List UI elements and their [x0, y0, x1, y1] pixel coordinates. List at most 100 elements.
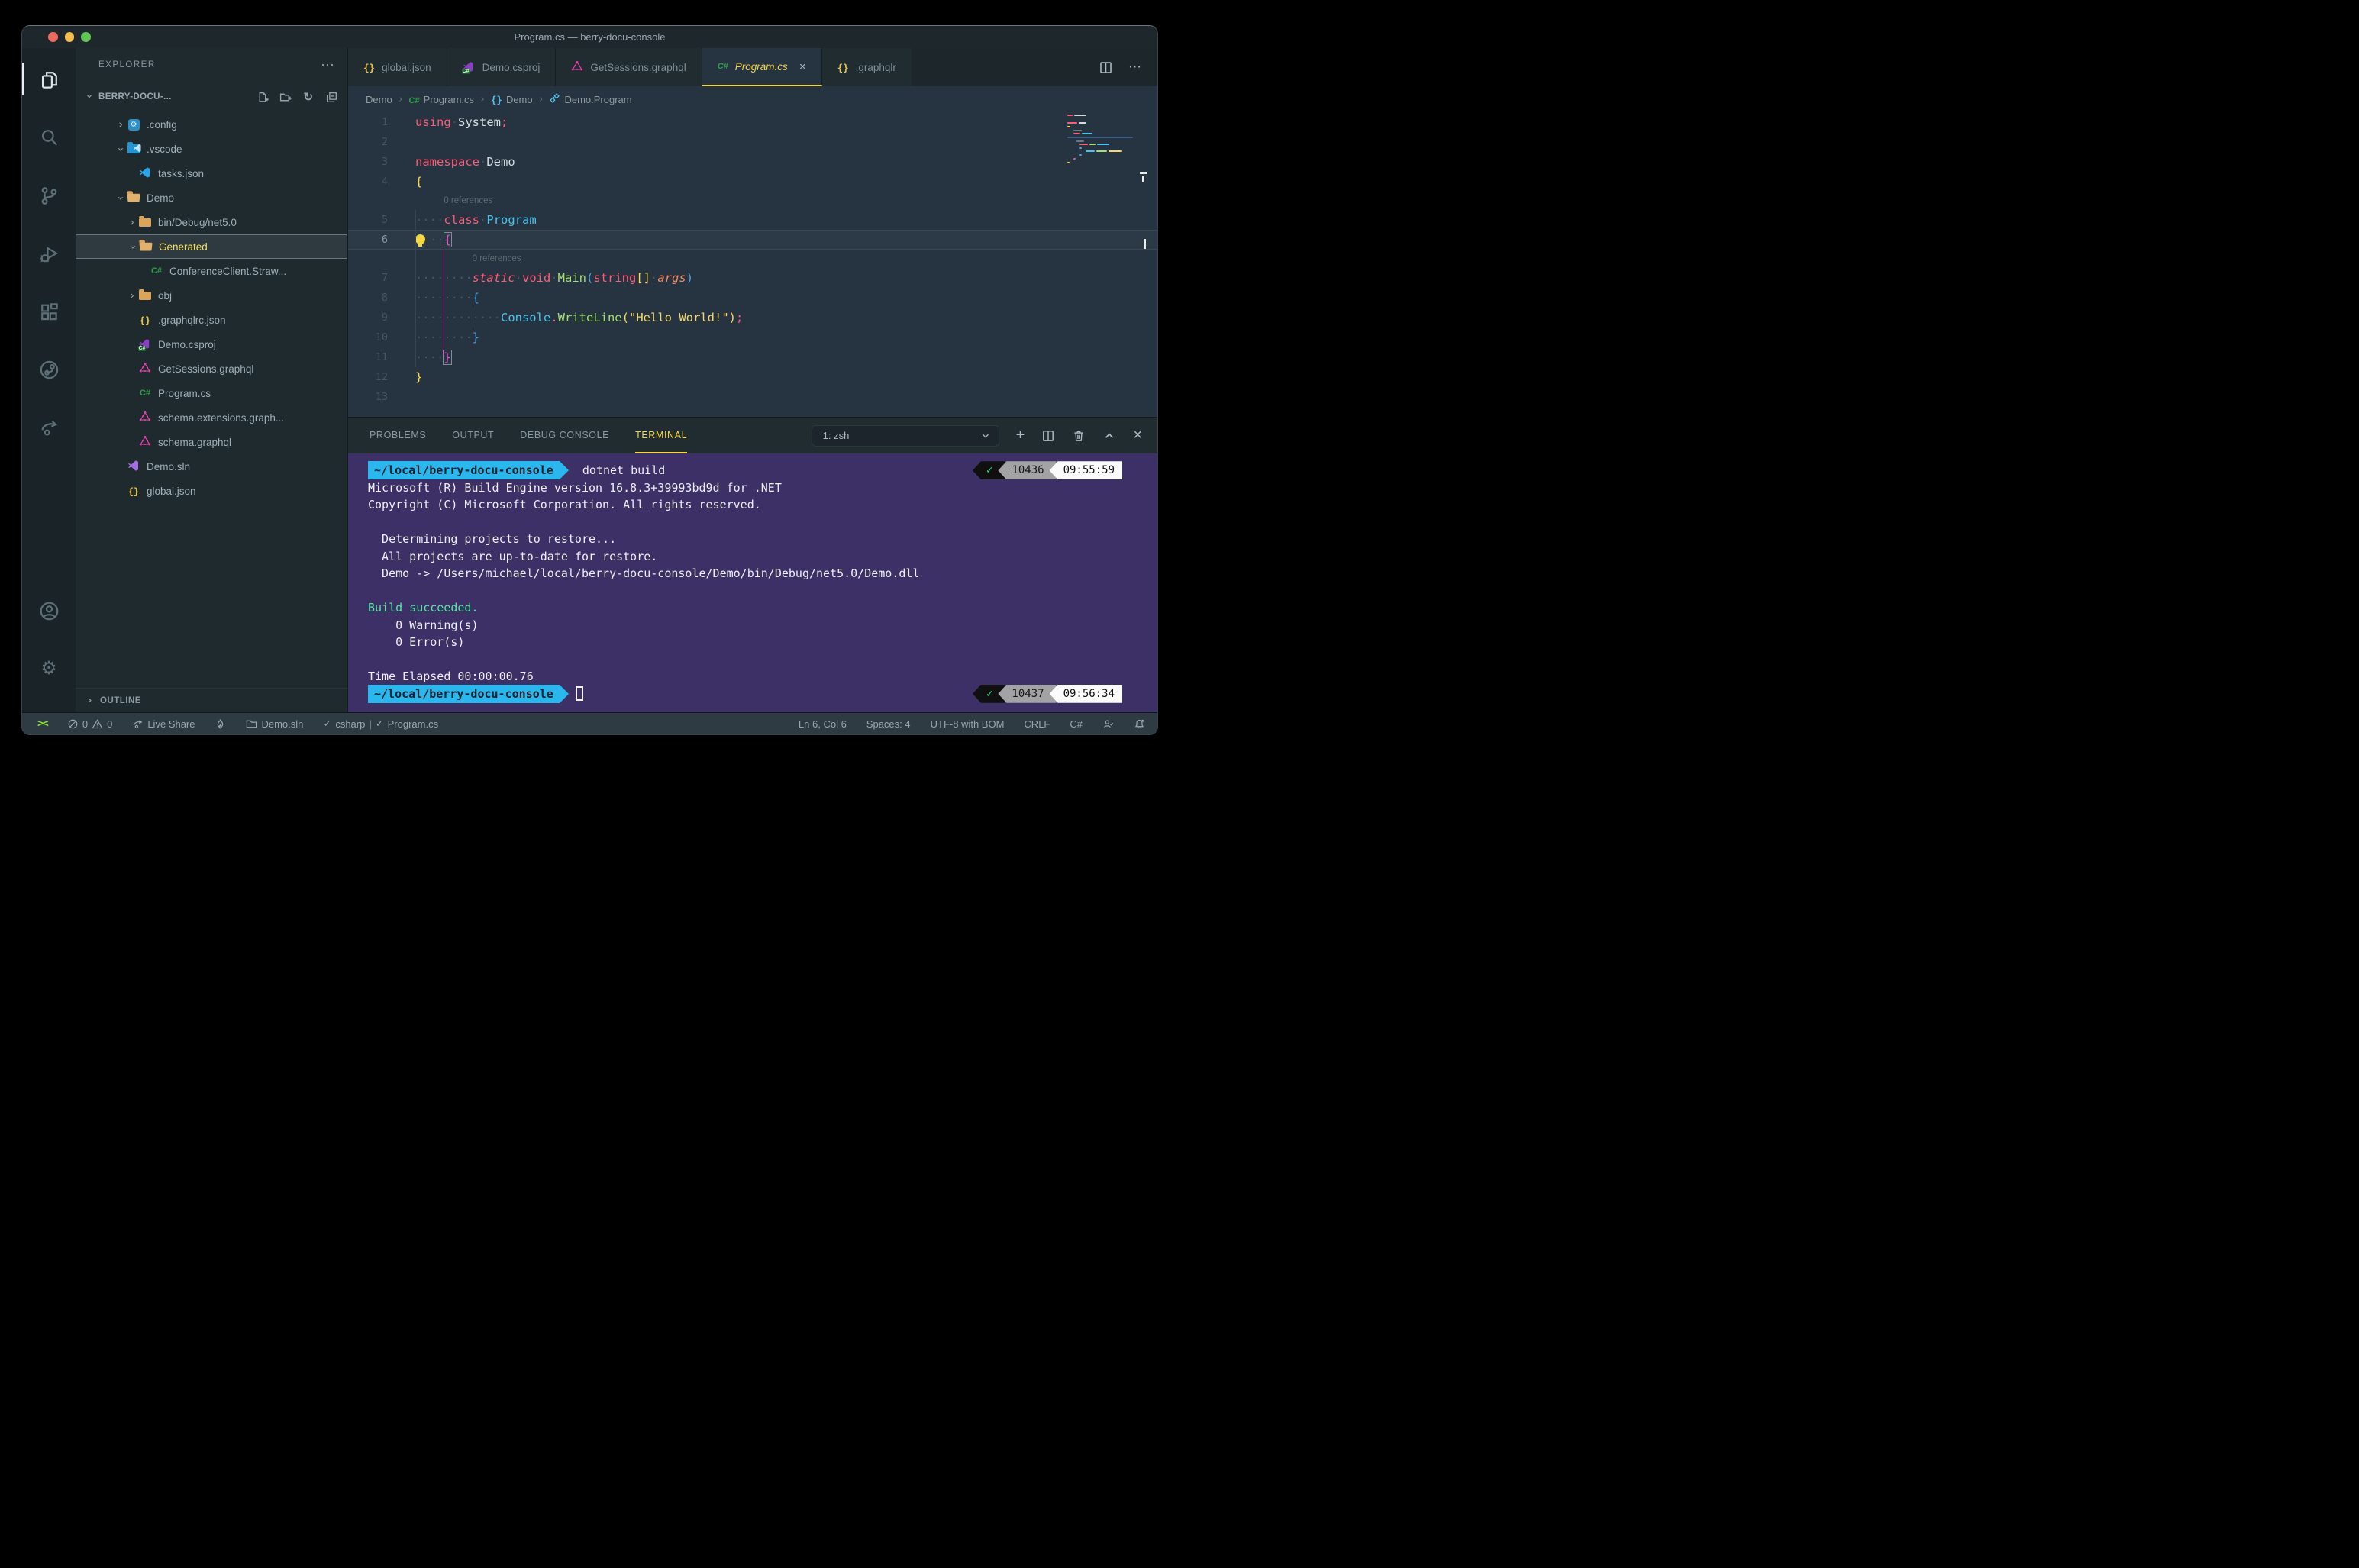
tree-item-obj[interactable]: ›obj — [76, 283, 347, 308]
breadcrumb-item-demo[interactable]: Demo — [366, 94, 392, 105]
tab-demo.csproj[interactable]: C#Demo.csproj — [447, 48, 557, 86]
tree-item-generated[interactable]: ›Generated — [76, 234, 347, 259]
code-line-8[interactable]: 8········{ — [348, 288, 1157, 308]
status-item-language-mode[interactable]: C# — [1070, 718, 1083, 730]
code-token: args — [657, 271, 686, 285]
split-editor-icon[interactable] — [1099, 60, 1113, 75]
status-text: csharp — [335, 718, 365, 730]
code-token: } — [473, 331, 479, 344]
refresh-icon[interactable]: ↻ — [302, 90, 315, 104]
status-item-flame[interactable] — [215, 718, 226, 730]
tree-item-.graphqlrc.json[interactable]: {}.graphqlrc.json — [76, 308, 347, 332]
explorer-section-row[interactable]: › BERRY-DOCU-... ↻ — [76, 82, 347, 112]
more-actions-icon[interactable]: ⋯ — [1128, 60, 1142, 75]
tree-item-schema.graphql[interactable]: schema.graphql — [76, 430, 347, 454]
tree-item-.vscode[interactable]: ›.vscode — [76, 137, 347, 161]
breadcrumb-item-demo[interactable]: ›{}Demo — [479, 94, 533, 105]
breadcrumb-item-demo.program[interactable]: ›Demo.Program — [538, 92, 632, 106]
panel-tab-terminal[interactable]: TERMINAL — [635, 418, 687, 453]
code-line-5[interactable]: 5····class·Program — [348, 210, 1157, 230]
codelens-references[interactable]: 0 references — [348, 250, 1157, 268]
activity-bar-item-account[interactable] — [22, 589, 76, 633]
minimize-window-button[interactable] — [65, 32, 75, 42]
close-window-button[interactable] — [48, 32, 58, 42]
activity-bar-item-api-client[interactable] — [22, 347, 76, 392]
status-item-indentation[interactable]: Spaces: 4 — [866, 718, 911, 730]
status-item-encoding[interactable]: UTF-8 with BOM — [931, 718, 1005, 730]
tree-item-demo.sln[interactable]: Demo.sln — [76, 454, 347, 479]
code-line-4[interactable]: 4{ — [348, 172, 1157, 192]
activity-bar-item-live-share[interactable] — [22, 405, 76, 450]
tab-.graphqlr[interactable]: {}.graphqlr — [822, 48, 912, 86]
activity-bar-item-settings[interactable]: ⚙ — [22, 647, 76, 691]
split-terminal-icon[interactable] — [1041, 429, 1055, 443]
tree-item-program.cs[interactable]: C#Program.cs — [76, 381, 347, 405]
status-item-remote-indicator[interactable]: >< — [37, 718, 47, 730]
tree-item-global.json[interactable]: {}global.json — [76, 479, 347, 503]
tree-item-.config[interactable]: ›⚙.config — [76, 112, 347, 137]
kill-terminal-icon[interactable] — [1072, 429, 1086, 443]
explorer-more-icon[interactable]: ⋯ — [321, 57, 335, 73]
terminal-shell-select[interactable]: 1: zsh — [812, 425, 999, 447]
status-item-feedback[interactable] — [1102, 718, 1114, 730]
close-tab-icon[interactable]: × — [799, 60, 806, 73]
lightbulb-icon[interactable] — [415, 234, 425, 244]
code-line-12[interactable]: 12} — [348, 367, 1157, 387]
code-line-10[interactable]: 10········} — [348, 327, 1157, 347]
code-line-13[interactable]: 13 — [348, 387, 1157, 407]
code-line-7[interactable]: 7········static·void·Main(string[]·args) — [348, 268, 1157, 288]
tree-item-label: Program.cs — [158, 388, 211, 399]
codelens-references[interactable]: 0 references — [348, 192, 1157, 210]
graphql-icon — [137, 435, 153, 450]
activity-bar-item-source-control[interactable] — [22, 173, 76, 218]
tree-item-label: tasks.json — [158, 168, 204, 179]
tree-item-demo[interactable]: ›Demo — [76, 186, 347, 210]
maximize-panel-icon[interactable] — [1102, 429, 1116, 443]
tree-item-bin-debug-net5.0[interactable]: ›bin/Debug/net5.0 — [76, 210, 347, 234]
code-line-6[interactable]: 6··{ — [348, 230, 1157, 250]
terminal-text-line: 0 Warning(s) — [368, 617, 1151, 634]
tree-item-demo.csproj[interactable]: C#Demo.csproj — [76, 332, 347, 357]
collapse-folders-icon[interactable] — [324, 90, 338, 104]
status-item-problems[interactable]: 00 — [67, 718, 112, 730]
breadcrumb-item-program.cs[interactable]: ›C#Program.cs — [398, 94, 474, 105]
new-folder-icon[interactable] — [279, 90, 292, 104]
prompt-path-badge: ~/local/berry-docu-console — [368, 685, 560, 703]
tab-getsessions.graphql[interactable]: GetSessions.graphql — [556, 48, 702, 86]
json-braces-icon: {} — [837, 62, 849, 73]
new-terminal-icon[interactable]: + — [1016, 427, 1025, 444]
status-item-solution[interactable]: Demo.sln — [246, 718, 303, 730]
activity-bar-item-explorer[interactable] — [22, 57, 76, 102]
activity-bar-item-run-debug[interactable] — [22, 231, 76, 276]
status-item-eol[interactable]: CRLF — [1024, 718, 1050, 730]
outline-section[interactable]: › OUTLINE — [76, 688, 347, 712]
panel-tab-debug-console[interactable]: DEBUG CONSOLE — [520, 418, 609, 453]
tab-global.json[interactable]: {}global.json — [348, 48, 447, 86]
tree-item-tasks.json[interactable]: tasks.json — [76, 161, 347, 186]
tree-item-schema.extensions.graph...[interactable]: schema.extensions.graph... — [76, 405, 347, 430]
activity-bar-item-extensions[interactable] — [22, 289, 76, 334]
panel-tab-output[interactable]: OUTPUT — [452, 418, 494, 453]
terminal-output[interactable]: ~/local/berry-docu-console dotnet build✓… — [348, 453, 1157, 712]
new-file-icon[interactable] — [256, 90, 269, 104]
zoom-window-button[interactable] — [81, 32, 91, 42]
tree-item-conferenceclient.straw...[interactable]: C#ConferenceClient.Straw... — [76, 259, 347, 283]
code-line-2[interactable]: 2 — [348, 132, 1157, 152]
panel-tab-problems[interactable]: PROBLEMS — [370, 418, 426, 453]
status-item-cursor-position[interactable]: Ln 6, Col 6 — [799, 718, 847, 730]
status-item-task-status[interactable]: ✓csharp|✓Program.cs — [323, 718, 438, 730]
activity-bar-item-search[interactable] — [22, 115, 76, 160]
tree-item-getsessions.graphql[interactable]: GetSessions.graphql — [76, 357, 347, 381]
code-editor[interactable]: 1using·System;23namespace·Demo4{0 refere… — [348, 112, 1157, 417]
vscode-folder-icon — [126, 144, 141, 153]
code-line-11[interactable]: 11····} — [348, 347, 1157, 367]
close-panel-icon[interactable]: × — [1133, 427, 1142, 444]
code-line-1[interactable]: 1using·System; — [348, 112, 1157, 132]
code-line-3[interactable]: 3namespace·Demo — [348, 152, 1157, 172]
code-line-9[interactable]: 9············Console.WriteLine("Hello Wo… — [348, 308, 1157, 327]
tab-label: Program.cs — [735, 61, 788, 73]
tab-program.cs[interactable]: C#Program.cs× — [702, 48, 822, 86]
status-item-live-share[interactable]: Live Share — [132, 718, 195, 730]
status-item-notifications[interactable] — [1134, 718, 1145, 730]
code-token: class — [444, 213, 479, 227]
